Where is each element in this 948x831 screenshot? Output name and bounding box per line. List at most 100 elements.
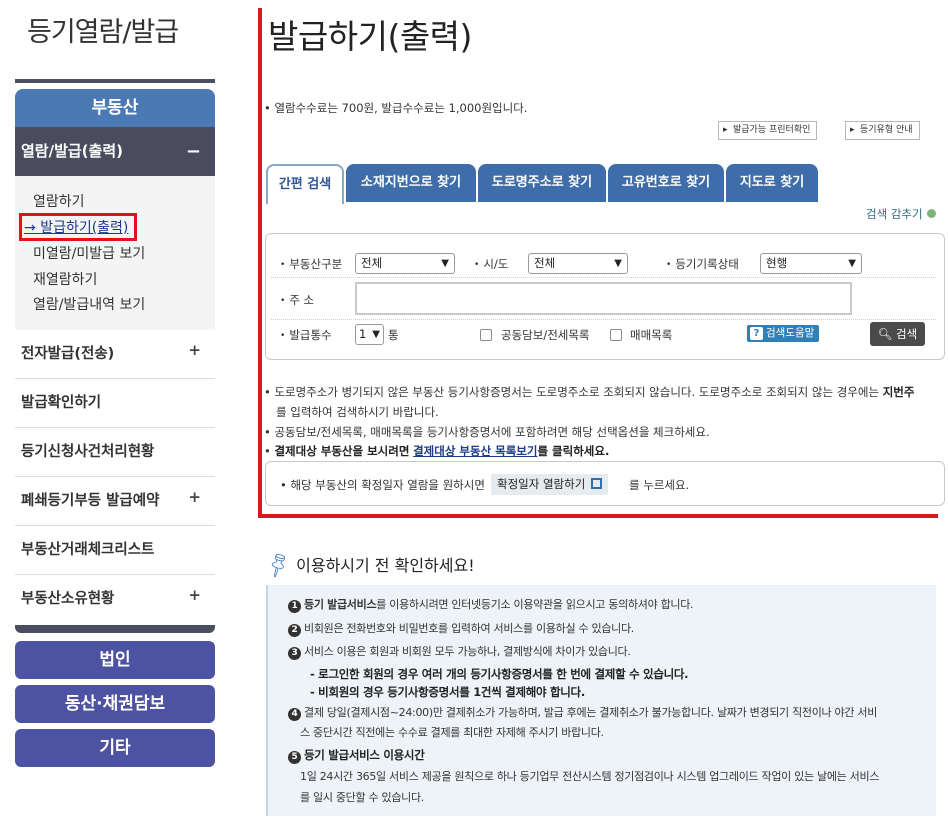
sidebar-item-label: 폐쇄등기부등 발급예약 <box>21 493 160 509</box>
expand-icon[interactable]: + <box>188 326 201 375</box>
copies-value: 1 <box>359 327 367 341</box>
property-type-label: 부동산구분 <box>280 256 342 272</box>
info-bold: 등기 발급서비스 <box>304 598 377 611</box>
sidebar-item-label: 열람/발급(출력) <box>21 142 123 160</box>
collateral-label: 공동담보/전세목록 <box>501 328 590 342</box>
confirm-date-box: • 해당 부동산의 확정일자 열람을 원하시면 확정일자 열람하기 를 누르세요… <box>265 461 945 506</box>
divider <box>271 277 936 278</box>
submenu-item-unviewed[interactable]: 미열람/미발급 보기 <box>33 243 145 263</box>
note-payment-target: • 결제대상 부동산을 보시려면 결제대상 부동산 목록보기를 클릭하세요. <box>264 444 610 458</box>
sidebar-item-verify[interactable]: 발급확인하기 <box>15 379 215 428</box>
chevron-down-icon: ▼ <box>614 258 622 269</box>
sales-list-label: 매매목록 <box>630 328 673 342</box>
hide-search-label: 검색 감추기 <box>866 207 923 221</box>
submenu-item-view[interactable]: 열람하기 <box>33 191 85 211</box>
sidebar-item-view-issue[interactable]: 열람/발급(출력) − <box>15 127 215 176</box>
info-line-cont: 스 중단시간 직전에는 수수료 결제를 최대한 자제해 주시기 바랍니다. <box>300 726 604 739</box>
info-section-title: 📌︎ 이용하시기 전 확인하세요! <box>262 549 475 580</box>
note-road-address: • 도로명주소가 병기되지 않은 부동산 등기사항증명서는 도로명주소로 조회되… <box>264 385 915 399</box>
sidebar-item-case-status[interactable]: 등기신청사건처리현황 <box>15 428 215 477</box>
tab-unique-number[interactable]: 고유번호로 찾기 <box>608 164 724 202</box>
info-text: 비회원은 전화번호와 비밀번호를 입력하여 서비스를 이용하실 수 있습니다. <box>304 622 634 635</box>
city-select[interactable]: 전체 ▼ <box>528 253 628 274</box>
note-collateral: • 공동담보/전세목록, 매매목록을 등기사항증명서에 포함하려면 해당 선택옵… <box>264 425 710 439</box>
record-type-guide-button[interactable]: 등기유형 안내 <box>845 121 920 140</box>
submenu-item-issue-selected[interactable]: → 발급하기(출력) <box>19 213 138 241</box>
category-realestate-button[interactable]: 부동산 <box>15 89 215 127</box>
tab-simple-search[interactable]: 간편 검색 <box>266 164 344 204</box>
sidebar: 등기열람/발급 부동산 열람/발급(출력) − 열람하기 → 발급하기(출력) … <box>15 0 215 831</box>
collateral-checkbox[interactable] <box>480 329 492 341</box>
fee-note: • 열람수수료는 700원, 발급수수료는 1,000원입니다. <box>264 101 528 115</box>
info-text: 등기 발급서비스 이용시간 <box>304 748 425 762</box>
property-type-value: 전체 <box>361 256 383 270</box>
info-line: 2 비회원은 전화번호와 비밀번호를 입력하여 서비스를 이용하실 수 있습니다. <box>288 620 634 637</box>
confirm-date-button[interactable]: 확정일자 열람하기 <box>491 474 609 495</box>
collapse-icon[interactable]: − <box>186 127 201 176</box>
record-status-label: 등기기록상태 <box>666 256 738 272</box>
hide-search-toggle[interactable]: 검색 감추기 <box>866 206 936 222</box>
copies-unit: 통 <box>388 328 399 342</box>
sidebar-item-label: 발급확인하기 <box>21 395 102 411</box>
address-label: 주 소 <box>280 292 314 308</box>
search-button[interactable]: 🔍︎ 검색 <box>870 322 925 346</box>
property-type-select[interactable]: 전체 ▼ <box>355 253 455 274</box>
info-box: 1 등기 발급서비스를 이용하시려면 인터넷등기소 이용약관을 읽으시고 동의하셔… <box>266 585 936 816</box>
chevron-down-icon: ▼ <box>372 329 380 340</box>
info-title-text: 이용하시기 전 확인하세요! <box>296 556 475 575</box>
category-etc-button[interactable]: 기타 <box>15 729 215 767</box>
search-form: 부동산구분 전체▼ 시/도 전체▼ 등기기록상태 현행▼ 주 소 발급통수 1▼… <box>265 233 945 360</box>
sidebar-item-label: 부동산소유현황 <box>21 591 115 607</box>
note-road-address-cont: 를 입력하여 검색하시기 바랍니다. <box>276 405 439 419</box>
record-status-select[interactable]: 현행 ▼ <box>760 253 862 274</box>
number-badge-icon: 5 <box>288 751 301 764</box>
sidebar-item-ownership[interactable]: 부동산소유현황 + <box>15 575 215 624</box>
category-movables-button[interactable]: 동산·채권담보 <box>15 685 215 723</box>
main-content: 발급하기(출력) • 열람수수료는 700원, 발급수수료는 1,000원입니다… <box>258 0 948 831</box>
submenu-item-review[interactable]: 재열람하기 <box>33 269 97 289</box>
payment-list-link[interactable]: 결제대상 부동산 목록보기 <box>413 444 537 458</box>
info-text: 서비스 이용은 회원과 비회원 모두 가능하나, 결제방식에 차이가 있습니다. <box>304 645 631 658</box>
submenu-item-history[interactable]: 열람/발급내역 보기 <box>33 294 145 314</box>
arrow-right-icon: → <box>24 220 36 236</box>
note-bold: 지번주 <box>882 385 915 399</box>
expand-icon[interactable]: + <box>188 571 201 620</box>
info-line: 1 등기 발급서비스를 이용하시려면 인터넷등기소 이용약관을 읽으시고 동의하셔… <box>288 596 694 613</box>
info-line-cont: 를 일시 중단할 수 있습니다. <box>300 791 425 804</box>
sales-list-checkbox[interactable] <box>610 329 622 341</box>
sidebar-title: 등기열람/발급 <box>27 17 179 48</box>
copies-select[interactable]: 1 ▼ <box>355 324 384 345</box>
sidebar-item-e-issue[interactable]: 전자발급(전송) + <box>15 330 215 379</box>
tab-lot-number[interactable]: 소재지번으로 찾기 <box>346 164 476 202</box>
address-input[interactable] <box>355 282 852 315</box>
info-subline: - 로그인한 회원의 경우 여러 개의 등기사항증명서를 한 번에 결제할 수 … <box>310 667 689 681</box>
category-corporation-button[interactable]: 법인 <box>15 641 215 679</box>
tab-map[interactable]: 지도로 찾기 <box>726 164 818 202</box>
expand-icon[interactable]: + <box>188 473 201 522</box>
divider <box>271 319 936 320</box>
copies-label: 발급통수 <box>280 327 331 343</box>
note-bold: 결제대상 부동산을 보시려면 <box>274 444 410 458</box>
printer-check-button[interactable]: 발급가능 프린터확인 <box>718 121 818 140</box>
note-text: 공동담보/전세목록, 매매목록을 등기사항증명서에 포함하려면 해당 선택옵션을… <box>274 425 710 439</box>
search-help-button[interactable]: ? 검색도움말 <box>747 325 820 342</box>
tab-road-address[interactable]: 도로명주소로 찾기 <box>478 164 606 202</box>
search-button-label: 검색 <box>896 327 918 341</box>
toggle-dot-icon <box>926 209 936 218</box>
info-line: 4 결제 당일(결제시점~24:00)만 결제취소가 가능하며, 발급 후에는 결… <box>288 704 877 721</box>
number-badge-icon: 1 <box>288 600 301 613</box>
confirm-date-label: 확정일자 열람하기 <box>497 477 586 491</box>
search-help-label: 검색도움말 <box>766 327 815 339</box>
sidebar-item-checklist[interactable]: 부동산거래체크리스트 <box>15 526 215 575</box>
chevron-down-icon: ▼ <box>441 258 449 269</box>
chevron-down-icon: ▼ <box>848 258 856 269</box>
sidebar-item-label: 전자발급(전송) <box>21 346 115 362</box>
divider <box>15 625 215 633</box>
info-line: 5 등기 발급서비스 이용시간 <box>288 747 425 764</box>
search-icon: 🔍︎ <box>877 327 893 341</box>
sidebar-item-closed-reservation[interactable]: 폐쇄등기부등 발급예약 + <box>15 477 215 526</box>
question-icon: ? <box>750 327 763 340</box>
info-text: 를 이용하시려면 인터넷등기소 이용약관을 읽으시고 동의하셔야 합니다. <box>376 598 694 611</box>
info-line: 3 서비스 이용은 회원과 비회원 모두 가능하나, 결제방식에 차이가 있습니다… <box>288 643 631 660</box>
external-link-icon <box>591 478 603 489</box>
